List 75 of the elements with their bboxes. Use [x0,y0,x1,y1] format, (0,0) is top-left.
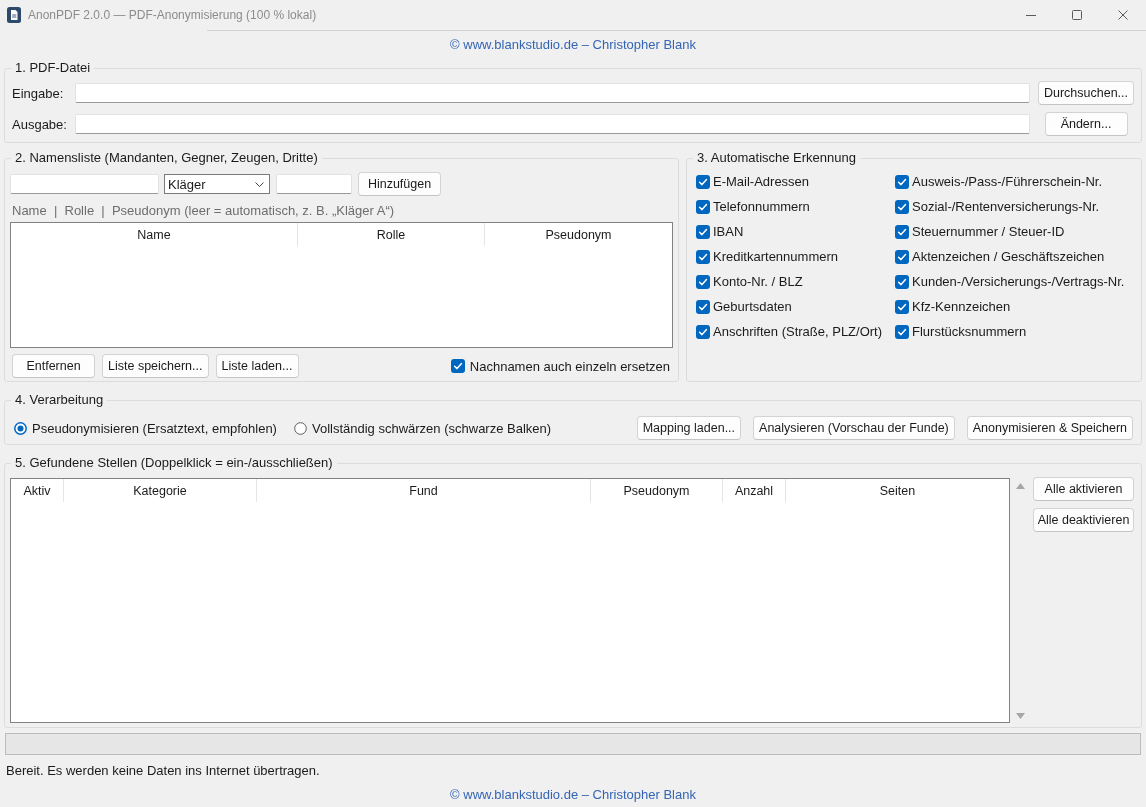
add-button[interactable]: Hinzufügen [358,172,441,196]
window-title: AnonPDF 2.0.0 — PDF-Anonymisierung (100 % lokal) [28,8,317,22]
checkbox[interactable] [696,199,710,214]
file-path-field[interactable] [75,114,1030,134]
checkbox-label: Flurstücksnummern [912,324,1027,339]
checkbox-label: Kreditkartennummern [713,249,838,264]
checkbox-label: Telefonnummern [713,199,810,214]
column-header: Anzahl [723,479,786,502]
list-button[interactable]: Entfernen [12,354,95,378]
section-title: 5. Gefundene Stellen (Doppelklick = ein-/ausschließen) [14,455,334,471]
list-button[interactable]: Liste laden... [215,354,299,378]
file-button[interactable]: Ändern... [1044,112,1128,136]
file-path-field[interactable] [75,83,1030,103]
checkbox[interactable] [895,199,909,214]
checkbox[interactable] [895,249,909,264]
radio-label: Vollständig schwärzen (schwarze Balken) [311,420,552,436]
checkbox[interactable] [696,324,710,339]
checkbox[interactable] [895,224,909,239]
radio-label: Pseudonymisieren (Ersatztext, empfohlen) [32,420,277,436]
action-button[interactable]: Analysieren (Vorschau der Funde) [753,416,955,440]
name-field[interactable] [10,174,159,194]
checkbox[interactable] [696,174,710,189]
checkbox[interactable] [696,299,710,314]
checkbox[interactable] [450,359,465,373]
column-header: Rolle [298,223,485,246]
website-link[interactable]: © www.blankstudio.de – Christopher Blank [450,36,696,52]
checkbox[interactable] [895,324,909,339]
checkbox-label: Konto-Nr. / BLZ [713,274,803,289]
checkbox-label: Nachnamen auch einzeln ersetzen [469,358,670,374]
checkbox[interactable] [895,274,909,289]
column-hint: Name | Rolle | Pseudonym (leer = automatisch, z. B. „Kläger A“) [11,202,396,220]
radio-button[interactable] [14,421,27,435]
checkbox[interactable] [696,274,710,289]
column-header: Pseudonym [591,479,723,502]
column-header: Fund [257,479,591,502]
checkbox-label: Aktenzeichen / Geschäftszeichen [912,249,1105,264]
column-header: Pseudonym [544,226,613,244]
app-icon [7,7,21,23]
radio-button[interactable] [293,421,307,435]
action-button[interactable]: Anonymisieren & Speichern [966,416,1133,440]
pseudonym-field[interactable] [276,174,352,194]
section-title: 4. Verarbeitung [14,392,105,408]
column-header: Seiten [878,482,917,500]
website-link[interactable]: © www.blankstudio.de – Christopher Blank [450,787,696,803]
maximize-icon[interactable] [1072,10,1082,20]
column-header: Kategorie [64,479,257,502]
checkbox[interactable] [895,299,909,314]
role-select[interactable]: Kläger [164,174,270,194]
checkbox-label: Kfz-Kennzeichen [912,299,1011,314]
column-header: Aktiv [11,479,64,502]
checkbox-label: IBAN [713,224,744,239]
checkbox-label: E-Mail-Adressen [713,174,810,189]
action-button[interactable]: Mapping laden... [636,416,742,440]
checkbox-label: Kunden-/Versicherungs-/Vertrags-Nr. [912,274,1125,289]
close-icon[interactable] [1118,10,1128,20]
list-button[interactable]: Liste speichern... [102,354,209,378]
checkbox[interactable] [696,249,710,264]
checkbox[interactable] [895,174,909,189]
status-text: Bereit. Es werden keine Daten ins Internet übertragen. [5,763,321,779]
section-title: 3. Automatische Erkennung [696,150,857,166]
field-label: Ausgabe: [12,116,68,132]
section-title: 1. PDF-Datei [14,60,92,76]
checkbox-label: Sozial-/Rentenversicherungs-Nr. [912,199,1100,214]
chevron-down-icon [255,181,264,187]
checkbox[interactable] [696,224,710,239]
file-button[interactable]: Durchsuchen... [1037,81,1135,105]
checkbox-label: Geburtsdaten [713,299,792,314]
toggle-all-button[interactable]: Alle aktivieren [1033,477,1134,501]
column-header: Name [11,223,298,246]
checkbox-label: Anschriften (Straße, PLZ/Ort) [713,324,883,339]
checkbox-label: Steuernummer / Steuer-ID [912,224,1065,239]
checkbox-label: Ausweis-/Pass-/Führerschein-Nr. [912,174,1102,189]
field-label: Eingabe: [12,85,65,101]
toggle-all-button[interactable]: Alle deaktivieren [1033,508,1134,532]
section-title: 2. Namensliste (Mandanten, Gegner, Zeugen, Dritte) [14,150,319,166]
